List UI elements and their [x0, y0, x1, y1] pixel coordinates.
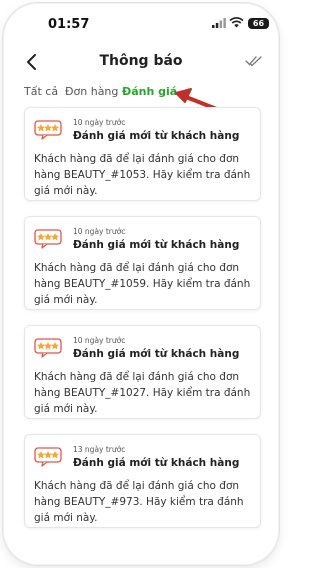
notification-body: Khách hàng đã để lại đánh giá cho đơn hà…	[34, 153, 251, 197]
notification-card[interactable]: 13 ngày trước Đánh giá mới từ khách hàng…	[24, 434, 261, 528]
review-stars-icon	[34, 120, 62, 140]
cellular-signal-icon	[212, 18, 226, 28]
tab-reviews[interactable]: Đánh giá	[122, 85, 177, 98]
battery-icon: 66	[248, 18, 269, 29]
notification-time: 10 ngày trước	[73, 227, 126, 236]
wifi-icon	[229, 17, 244, 28]
mark-all-read-button[interactable]	[245, 54, 263, 68]
status-time: 01:57	[48, 17, 90, 32]
notification-body: Khách hàng đã để lại đánh giá cho đơn hà…	[34, 262, 251, 306]
header: Thông báo	[3, 43, 279, 83]
page-title: Thông báo	[99, 53, 183, 69]
notification-title: Đánh giá mới từ khách hàng	[73, 130, 240, 142]
notification-body: Khách hàng đã để lại đánh giá cho đơn hà…	[34, 371, 251, 415]
review-stars-icon	[34, 338, 62, 358]
notification-title: Đánh giá mới từ khách hàng	[73, 457, 240, 469]
review-stars-icon	[34, 447, 62, 467]
notification-card[interactable]: 10 ngày trước Đánh giá mới từ khách hàng…	[24, 107, 261, 201]
notification-title: Đánh giá mới từ khách hàng	[73, 239, 240, 251]
notification-time: 10 ngày trước	[73, 336, 126, 345]
tab-orders[interactable]: Đơn hàng	[65, 85, 118, 98]
notification-title: Đánh giá mới từ khách hàng	[73, 348, 240, 360]
notification-body: Khách hàng đã để lại đánh giá cho đơn hà…	[34, 480, 244, 524]
status-bar: 01:57 66	[3, 3, 279, 37]
notification-time: 13 ngày trước	[73, 445, 126, 454]
phone-frame: 01:57 66 Thông báo Tất cả Đơn hàng Đánh …	[2, 2, 280, 566]
tab-all[interactable]: Tất cả	[24, 85, 58, 98]
review-stars-icon	[34, 229, 62, 249]
double-check-icon	[245, 56, 262, 67]
notification-card[interactable]: 10 ngày trước Đánh giá mới từ khách hàng…	[24, 325, 261, 419]
notification-card[interactable]: 10 ngày trước Đánh giá mới từ khách hàng…	[24, 216, 261, 310]
notification-time: 10 ngày trước	[73, 118, 126, 127]
